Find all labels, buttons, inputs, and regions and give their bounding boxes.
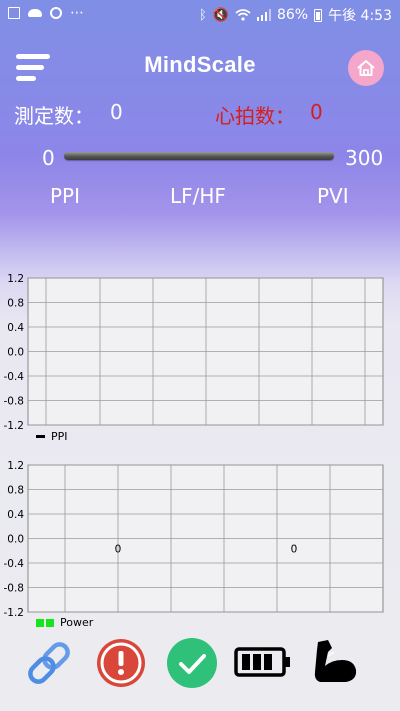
- heart-rate-value: 0: [310, 100, 323, 124]
- ppi-legend-label: PPI: [51, 430, 68, 443]
- power-y-tick-label: 0.8: [7, 485, 24, 497]
- power-legend: Power: [36, 616, 93, 629]
- status-bar: ⋯ ᛒ 🔇 86% 午後 4:53: [0, 0, 400, 28]
- power-chart: 1.2 0.8 0.4 0.0 -0.4 -0.8 -1.2 0 0: [4, 460, 384, 619]
- power-y-tick-label: -0.4: [4, 558, 25, 570]
- clock: 午後 4:53: [328, 8, 392, 24]
- bluetooth-icon: ᛒ: [198, 7, 207, 23]
- more-dots-icon: ⋯: [70, 5, 84, 21]
- power-legend-label: Power: [60, 616, 94, 629]
- ppi-y-tick-label: -0.8: [4, 396, 25, 408]
- range-slider: 0 300: [0, 146, 400, 174]
- alert-icon[interactable]: [95, 637, 147, 689]
- slider-max-label: 300: [345, 146, 384, 170]
- image-icon: [8, 7, 20, 19]
- measure-count-label: 測定数：: [14, 104, 94, 128]
- ppi-legend-swatch: [36, 435, 45, 438]
- wifi-icon: [235, 9, 251, 21]
- stats-row: 測定数： 0 心拍数： 0: [0, 100, 400, 128]
- ppi-y-tick-label: -0.4: [4, 371, 25, 383]
- home-button[interactable]: [348, 50, 384, 86]
- tab-pvi[interactable]: PVI: [317, 184, 349, 208]
- slider-min-label: 0: [42, 146, 55, 170]
- heart-rate-label: 心拍数：: [215, 104, 295, 128]
- power-y-tick-label: 1.2: [7, 460, 24, 472]
- muscle-arm-icon[interactable]: [310, 636, 360, 686]
- link-icon[interactable]: [22, 640, 76, 686]
- check-icon[interactable]: [166, 637, 218, 689]
- ppi-chart: 1.2 0.8 0.4 0.0 -0.4 -0.8 -1.2: [4, 273, 384, 432]
- ppi-y-tick-label: 1.2: [7, 273, 24, 285]
- ppi-y-tick-label: 0.4: [7, 322, 24, 334]
- sync-icon: [50, 7, 62, 19]
- power-data-label: 0: [115, 544, 122, 556]
- ppi-legend: PPI: [36, 430, 68, 443]
- home-icon: [357, 60, 375, 76]
- power-y-tick-label: -0.8: [4, 583, 25, 595]
- cloud-icon: [28, 9, 42, 17]
- ppi-y-tick-label: 0.8: [7, 298, 24, 310]
- mute-icon: 🔇: [212, 7, 229, 23]
- metric-tabs: PPI LF/HF PVI: [0, 184, 400, 214]
- power-data-label: 0: [291, 544, 298, 556]
- tab-lf-hf[interactable]: LF/HF: [170, 184, 226, 208]
- power-legend-swatch: [36, 618, 44, 627]
- power-y-tick-label: 0.0: [7, 534, 24, 546]
- signal-icon: [256, 9, 271, 21]
- tab-ppi[interactable]: PPI: [50, 184, 80, 208]
- power-y-tick-label: -1.2: [4, 607, 25, 619]
- battery-percent: 86%: [276, 7, 309, 23]
- slider-track[interactable]: [64, 152, 334, 160]
- battery-status-icon: [314, 8, 323, 22]
- app-title: MindScale: [144, 52, 256, 77]
- ppi-y-tick-label: -1.2: [4, 420, 25, 432]
- app-bar: MindScale: [0, 40, 400, 96]
- measure-count-value: 0: [110, 100, 123, 124]
- power-y-tick-label: 0.4: [7, 509, 24, 521]
- bottom-bar: [0, 634, 400, 690]
- power-legend-swatch-2: [46, 618, 54, 627]
- ppi-y-tick-label: 0.0: [7, 347, 24, 359]
- battery-icon: [234, 647, 290, 677]
